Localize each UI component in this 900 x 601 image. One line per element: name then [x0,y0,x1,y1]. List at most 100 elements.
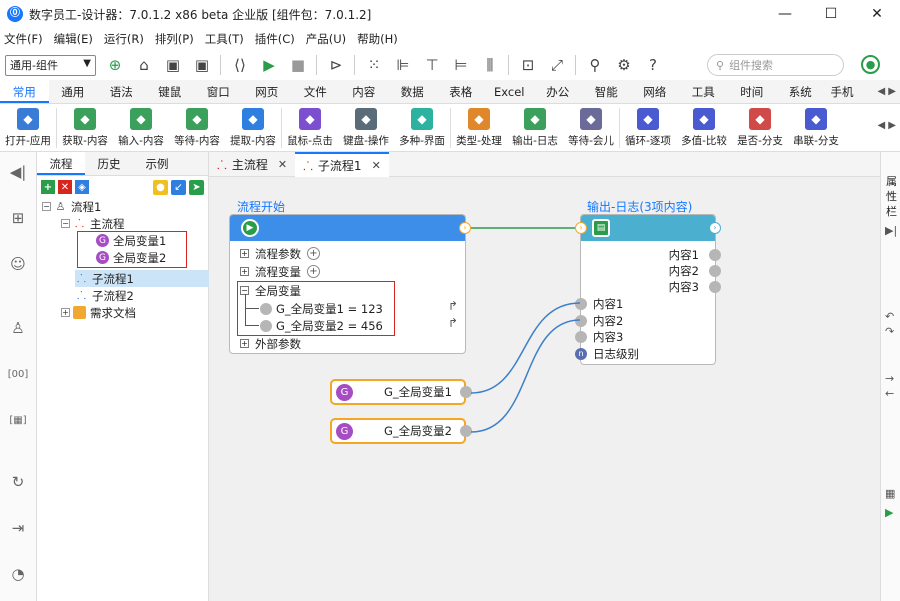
tab-data[interactable]: 数据 [388,80,437,103]
menu-run[interactable]: 运行(R) [104,31,144,47]
undo-icon[interactable]: ↶ [885,310,894,323]
ribbon-item-13[interactable]: ◆ 是否-分支 [732,104,788,151]
tab-general[interactable]: 通用 [49,80,98,103]
output-port-icon[interactable] [460,425,472,437]
arrow-left-icon[interactable]: ← [885,387,894,400]
tree-subprocess-2[interactable]: ⸫ 子流程2 [75,287,134,304]
tab-mobile[interactable]: 手机 [825,80,855,103]
user-avatar-icon[interactable]: ● [861,55,880,74]
panel-tab-examples[interactable]: 示例 [133,152,181,175]
open-folder-icon[interactable]: ⌂ [134,55,154,75]
properties-panel-label[interactable]: 属性栏 [886,174,897,219]
output-port-icon[interactable] [460,386,472,398]
output-port-icon[interactable]: › [709,222,721,234]
tree-subprocess-1[interactable]: ⸫ 子流程1 [75,270,209,287]
input-port-icon[interactable]: › [575,222,587,234]
expand-right-icon[interactable]: ▶| [885,224,897,237]
tab-office[interactable]: 办公 [534,80,583,103]
output-port-icon[interactable] [709,281,721,293]
run-panel-icon[interactable]: ▶ [885,506,893,519]
expand-toggle-icon[interactable]: + [240,267,249,276]
ribbon-item-5[interactable]: ◆ 鼠标-点击 [282,104,338,151]
tree-docs[interactable]: + 需求文档 [61,304,136,321]
import-icon[interactable]: ↙ [171,180,186,195]
python-icon[interactable]: ● [153,180,168,195]
ribbon-item-12[interactable]: ◆ 多值-比较 [676,104,732,151]
ribbon-item-10[interactable]: ◆ 等待-会儿 [563,104,619,151]
minimize-button[interactable]: — [762,0,808,28]
tree-root[interactable]: − ♙ 流程1 [42,198,101,215]
tab-scroll-arrows[interactable]: ◀ ▶ [877,80,896,104]
run-icon[interactable]: ▶ [259,55,279,75]
component-combo[interactable]: 通用-组件 ▼ [5,54,96,76]
tab-excel[interactable]: Excel [485,80,534,103]
tab-file[interactable]: 文件 [291,80,340,103]
robot-icon[interactable]: ♙ [6,316,30,340]
grid-dots-icon[interactable]: ⁙ [364,55,384,75]
align-left-icon[interactable]: ⊫ [393,55,413,75]
global-var-node-1[interactable]: G G_全局变量1 [330,379,472,405]
tab-tools[interactable]: 工具 [679,80,728,103]
menu-arrange[interactable]: 排列(P) [155,31,194,47]
menu-help[interactable]: 帮助(H) [357,31,398,47]
add-icon[interactable]: + [41,180,55,194]
export-icon[interactable]: ⇥ [6,516,30,540]
tab-window[interactable]: 窗口 [194,80,243,103]
redo-arrow-icon[interactable]: ↱ [448,299,458,313]
expand-toggle-icon[interactable]: + [240,249,249,258]
maximize-button[interactable]: ☐ [808,0,854,28]
users-icon[interactable]: ☺ [6,252,30,276]
tab-web[interactable]: 网页 [243,80,292,103]
ribbon-item-9[interactable]: ◆ 输出-日志 [507,104,563,151]
menu-product[interactable]: 产品(U) [306,31,346,47]
close-tab-icon[interactable]: ✕ [372,159,381,172]
panel-tab-process[interactable]: 流程 [37,152,85,175]
cube-icon[interactable]: ◈ [75,180,89,194]
start-node[interactable]: ▶ › + 流程参数 + + 流程变量 + − 全局变量 G_全局变量1 = 1… [229,214,471,354]
delete-icon[interactable]: ✕ [58,180,72,194]
ribbon-item-4[interactable]: ◆ 提取-内容 [225,104,281,151]
help-icon[interactable]: ? [643,55,663,75]
row-external-params[interactable]: + 外部参数 [240,335,301,352]
input-port-icon[interactable] [575,315,587,327]
expand-toggle-icon[interactable]: + [240,339,249,348]
output-port-icon[interactable] [709,265,721,277]
search-icon[interactable]: ⚲ [585,55,605,75]
grid-icon[interactable]: ⊞ [6,206,30,230]
input-port-icon[interactable] [575,298,587,310]
collapse-toggle-icon[interactable]: − [61,219,70,228]
row-process-vars[interactable]: + 流程变量 + [240,263,320,280]
distribute-icon[interactable]: ⫼ [480,55,500,75]
save-all-icon[interactable]: ▣ [192,55,212,75]
ribbon-scroll-arrows[interactable]: ◀ ▶ [877,120,896,131]
global-var-node-2[interactable]: G G_全局变量2 [330,418,472,444]
play-icon[interactable]: ▶ [241,219,259,237]
panel-tab-history[interactable]: 历史 [85,152,133,175]
output-port-icon[interactable] [709,249,721,261]
refresh-icon[interactable]: ↻ [6,470,30,494]
doc-tab-main[interactable]: ⸫ 主流程 ✕ [209,152,295,177]
table-icon[interactable]: ▦ [885,487,895,500]
ribbon-item-0[interactable]: ◆ 打开-应用 [0,104,56,151]
send-icon[interactable]: ➤ [189,180,204,195]
ribbon-item-8[interactable]: ◆ 类型-处理 [451,104,507,151]
record-icon[interactable]: ⊳ [326,55,346,75]
ribbon-item-7[interactable]: ◆ 多种-界面 [394,104,450,151]
ribbon-item-1[interactable]: ◆ 获取-内容 [57,104,113,151]
log-node[interactable]: › ▤ › 内容1 内容2 内容3 内容1 内容2 内容3 日志级别 n [575,214,721,365]
add-param-icon[interactable]: + [307,247,320,260]
level-port-icon[interactable]: n [575,348,587,360]
gear-icon[interactable]: ⚙ [614,55,634,75]
qr-icon[interactable]: [▦] [6,408,30,432]
stop-icon[interactable]: ■ [288,55,308,75]
ribbon-item-14[interactable]: ◆ 串联-分支 [788,104,844,151]
tab-system[interactable]: 系统 [776,80,825,103]
expand-toggle-icon[interactable]: + [61,308,70,317]
menu-plugins[interactable]: 插件(C) [255,31,295,47]
input-port-icon[interactable] [575,331,587,343]
output-port-icon[interactable]: › [459,222,471,234]
redo-arrow-icon[interactable]: ↱ [448,316,458,330]
add-var-icon[interactable]: + [307,265,320,278]
menu-edit[interactable]: 编辑(E) [54,31,93,47]
tab-ai[interactable]: 智能 [582,80,631,103]
